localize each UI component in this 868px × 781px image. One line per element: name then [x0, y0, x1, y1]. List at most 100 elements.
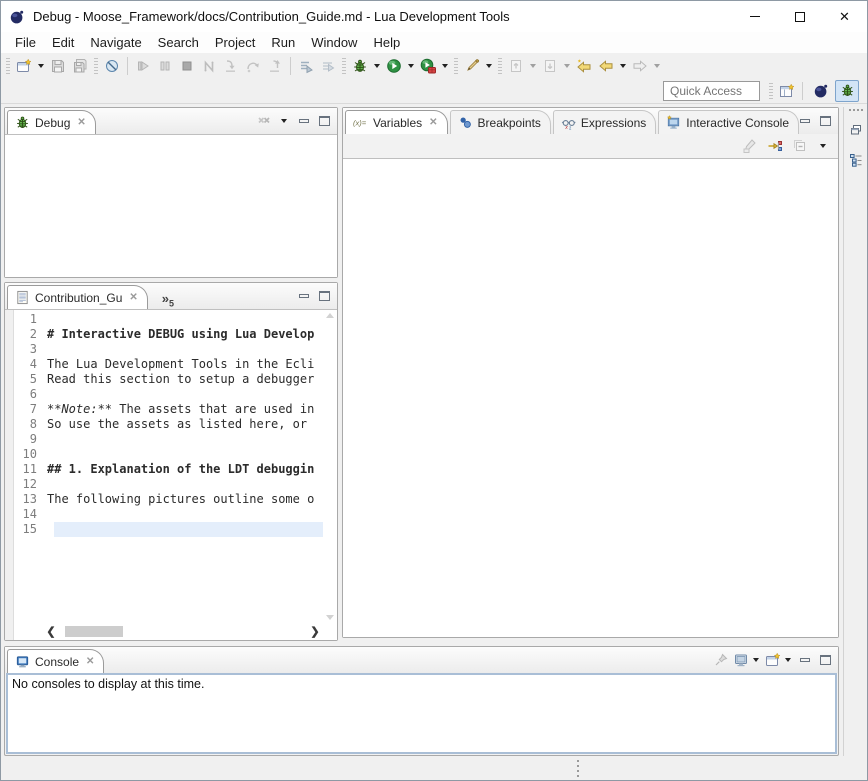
- editor-line[interactable]: 14: [14, 507, 323, 522]
- tab-variables[interactable]: (x)= Variables ✕: [345, 110, 448, 134]
- hscroll-thumb[interactable]: [65, 626, 123, 637]
- run-dropdown[interactable]: [408, 64, 414, 68]
- new-wizard-button[interactable]: [13, 55, 35, 77]
- restore-views-button[interactable]: [845, 119, 867, 141]
- variables-minimize-button[interactable]: [796, 112, 814, 130]
- step-return-button[interactable]: [264, 55, 286, 77]
- scroll-up-arrow-icon[interactable]: [326, 313, 334, 318]
- code-area[interactable]: 1 2# Interactive DEBUG using Lua Develop…: [14, 310, 337, 640]
- resume-button[interactable]: [132, 55, 154, 77]
- display-selected-console-button[interactable]: [732, 651, 750, 669]
- menu-search[interactable]: Search: [150, 33, 207, 52]
- tab-expressions[interactable]: x2 Expressions: [553, 110, 656, 134]
- close-tab-icon[interactable]: ✕: [86, 656, 94, 667]
- editor-overflow-chevron[interactable]: »5: [162, 291, 174, 309]
- show-type-names-button[interactable]: [739, 135, 761, 157]
- annotation-ruler[interactable]: [5, 310, 14, 640]
- outline-view-button[interactable]: [845, 149, 867, 171]
- new-wizard-dropdown[interactable]: [38, 64, 44, 68]
- next-annotation-button[interactable]: [539, 55, 561, 77]
- show-logical-structure-button[interactable]: [764, 135, 786, 157]
- pause-button[interactable]: [154, 55, 176, 77]
- previous-annotation-dropdown[interactable]: [530, 64, 536, 68]
- scroll-down-arrow-icon[interactable]: [326, 615, 334, 620]
- console-maximize-button[interactable]: [816, 651, 834, 669]
- tab-debug[interactable]: Debug ✕: [7, 110, 96, 134]
- toolbar-drag-handle[interactable]: [342, 58, 346, 74]
- toolbar-drag-handle[interactable]: [454, 58, 458, 74]
- close-tab-icon[interactable]: ✕: [129, 292, 137, 303]
- open-console-dropdown[interactable]: [785, 658, 791, 662]
- toolbar-drag-handle[interactable]: [769, 83, 773, 99]
- tab-contribution-guide[interactable]: Contribution_Gu ✕: [7, 285, 148, 309]
- editor-maximize-button[interactable]: [315, 287, 333, 305]
- menu-help[interactable]: Help: [365, 33, 408, 52]
- tab-interactive-console[interactable]: Interactive Console: [658, 110, 799, 134]
- menu-edit[interactable]: Edit: [44, 33, 82, 52]
- open-task-dropdown[interactable]: [486, 64, 492, 68]
- editor-minimize-button[interactable]: [295, 287, 313, 305]
- open-console-button[interactable]: [764, 651, 782, 669]
- skip-all-breakpoints-button[interactable]: [101, 55, 123, 77]
- window-close-button[interactable]: ✕: [822, 1, 867, 32]
- previous-annotation-button[interactable]: [505, 55, 527, 77]
- save-all-button[interactable]: [69, 55, 91, 77]
- editor-line[interactable]: 10: [14, 447, 323, 462]
- editor-line[interactable]: 9: [14, 432, 323, 447]
- toolbar-drag-handle[interactable]: [6, 58, 10, 74]
- hscroll-track[interactable]: [57, 624, 309, 639]
- step-over-button[interactable]: [242, 55, 264, 77]
- variables-maximize-button[interactable]: [816, 112, 834, 130]
- disconnect-button[interactable]: [198, 55, 220, 77]
- stop-button[interactable]: [176, 55, 198, 77]
- console-content[interactable]: No consoles to display at this time.: [6, 673, 837, 754]
- open-perspective-button[interactable]: [776, 80, 798, 102]
- quick-access-input[interactable]: [663, 81, 760, 101]
- hscroll-left-arrow[interactable]: ❮: [45, 625, 57, 638]
- toolbar-drag-handle[interactable]: [94, 58, 98, 74]
- menu-project[interactable]: Project: [207, 33, 263, 52]
- debug-dropdown[interactable]: [374, 64, 380, 68]
- perspective-lua-development[interactable]: [809, 80, 833, 102]
- forward-button[interactable]: [629, 55, 651, 77]
- pin-console-button[interactable]: [712, 651, 730, 669]
- debug-button[interactable]: [349, 55, 371, 77]
- menu-navigate[interactable]: Navigate: [82, 33, 149, 52]
- run-external-tools-button[interactable]: [417, 55, 439, 77]
- editor-line[interactable]: 8So use the assets as listed here, or: [14, 417, 323, 432]
- editor-line[interactable]: 2# Interactive DEBUG using Lua Develop: [14, 327, 323, 342]
- menu-file[interactable]: File: [7, 33, 44, 52]
- debug-view-menu-button[interactable]: [275, 112, 293, 130]
- toolbar-drag-handle[interactable]: [498, 58, 502, 74]
- editor-line[interactable]: 7**Note:** The assets that are used in: [14, 402, 323, 417]
- variables-view-content[interactable]: [343, 158, 838, 637]
- editor-line[interactable]: 13The following pictures outline some o: [14, 492, 323, 507]
- back-dropdown[interactable]: [620, 64, 626, 68]
- close-tab-icon[interactable]: ✕: [429, 117, 437, 128]
- debug-view-content[interactable]: [5, 134, 337, 277]
- editor-line[interactable]: 3: [14, 342, 323, 357]
- toggle-step-filters-button[interactable]: [317, 55, 339, 77]
- debug-minimize-button[interactable]: [295, 112, 313, 130]
- external-tools-dropdown[interactable]: [442, 64, 448, 68]
- tab-console[interactable]: Console ✕: [7, 649, 104, 673]
- editor-line[interactable]: 6: [14, 387, 323, 402]
- editor-line[interactable]: 15: [14, 522, 323, 537]
- status-trim-drag-handle[interactable]: [577, 760, 579, 777]
- step-into-button[interactable]: [220, 55, 242, 77]
- editor-line[interactable]: 1: [14, 312, 323, 327]
- forward-dropdown[interactable]: [654, 64, 660, 68]
- editor-line[interactable]: 5Read this section to setup a debugger: [14, 372, 323, 387]
- tab-breakpoints[interactable]: Breakpoints: [450, 110, 551, 134]
- editor-line[interactable]: 11## 1. Explanation of the LDT debuggin: [14, 462, 323, 477]
- strip-drag-handle[interactable]: [849, 109, 863, 111]
- menu-run[interactable]: Run: [263, 33, 303, 52]
- debug-maximize-button[interactable]: [315, 112, 333, 130]
- collapse-all-button[interactable]: [789, 135, 811, 157]
- open-task-button[interactable]: [461, 55, 483, 77]
- back-button[interactable]: [595, 55, 617, 77]
- remove-all-terminated-button[interactable]: [255, 112, 273, 130]
- editor-content[interactable]: 1 2# Interactive DEBUG using Lua Develop…: [5, 309, 337, 640]
- menu-window[interactable]: Window: [303, 33, 365, 52]
- save-button[interactable]: [47, 55, 69, 77]
